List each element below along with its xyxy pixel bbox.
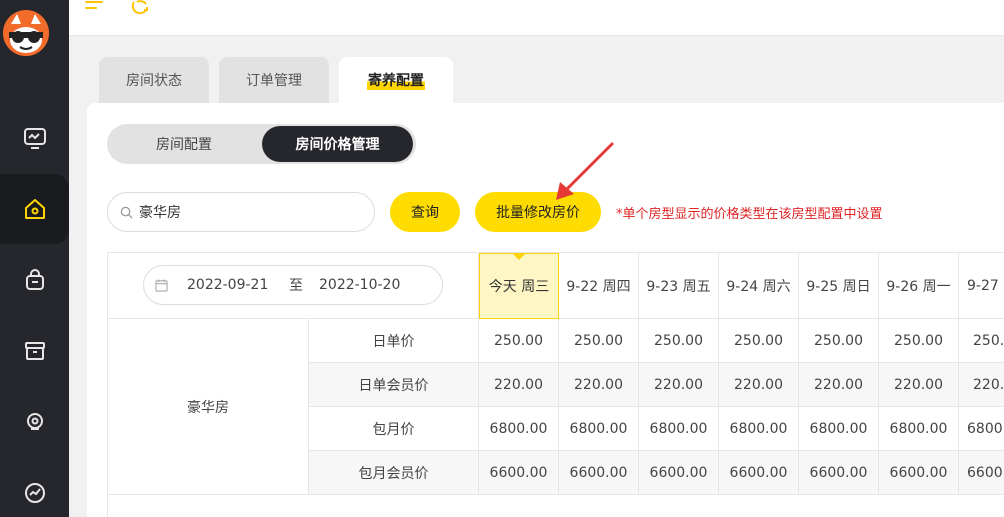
end-date: 2022-10-20 [319,277,401,293]
bag-icon [25,269,44,290]
price-cell[interactable]: 220. [959,363,1004,407]
price-cell[interactable]: 6800.00 [639,407,719,451]
price-cell[interactable]: 6600.00 [639,451,719,495]
menu-icon[interactable] [85,0,103,14]
tab-room-status[interactable]: 房间状态 [99,57,209,103]
chart-icon [24,483,45,503]
nav-bag[interactable] [0,245,69,315]
price-row-label: 包月会员价 [309,451,479,495]
top-bar [69,0,1004,36]
day-header-today: 今天 周三 [479,253,559,319]
price-cell[interactable]: 250.00 [559,319,639,363]
price-cell[interactable]: 220.00 [879,363,959,407]
nav-monitor[interactable] [0,103,69,173]
start-date: 2022-09-21 [187,277,269,293]
archive-icon [24,342,45,360]
price-cell[interactable]: 250.00 [799,319,879,363]
monitor-icon [23,128,46,149]
price-cell[interactable]: 6800.00 [479,407,559,451]
app-logo [3,10,49,56]
price-cell[interactable]: 250. [959,319,1004,363]
price-cell[interactable]: 6600.00 [559,451,639,495]
price-cell[interactable]: 250.00 [479,319,559,363]
day-header: 9-25 周日 [799,253,879,319]
price-cell[interactable]: 6600.00 [799,451,879,495]
price-cell[interactable]: 6600.00 [879,451,959,495]
day-header: 9-22 周四 [559,253,639,319]
price-row-label: 包月价 [309,407,479,451]
price-cell[interactable]: 250.00 [719,319,799,363]
annotation-arrow-icon [556,142,614,200]
price-cell[interactable]: 6800.00 [879,407,959,451]
price-cell[interactable]: 6800.00 [719,407,799,451]
tab-label: 寄养配置 [367,70,425,90]
price-row-label: 日单价 [309,319,479,363]
tab-boarding-config[interactable]: 寄养配置 [339,57,453,103]
search-icon [120,206,133,219]
segment-room-config[interactable]: 房间配置 [109,126,259,162]
price-cell[interactable]: 220.00 [559,363,639,407]
day-header: 9-26 周一 [879,253,959,319]
price-cell[interactable]: 6600.00 [719,451,799,495]
day-header: 9-23 周五 [639,253,719,319]
tab-order-management[interactable]: 订单管理 [219,57,329,103]
support-icon [26,413,43,430]
day-header: 9-27 [959,253,1004,319]
nav-archive[interactable] [0,316,69,386]
price-cell[interactable]: 220.00 [639,363,719,407]
tab-label: 订单管理 [246,73,302,89]
price-cell[interactable]: 6800 [959,407,1004,451]
price-cell[interactable]: 250.00 [639,319,719,363]
today-marker [512,253,526,260]
room-name-cell: 豪华房 [108,319,309,495]
query-button[interactable]: 查询 [390,192,460,232]
price-cell[interactable]: 220.00 [799,363,879,407]
date-separator: 至 [289,278,303,294]
segment-room-price[interactable]: 房间价格管理 [262,126,413,162]
price-cell[interactable]: 220.00 [719,363,799,407]
calendar-icon [155,279,168,292]
price-cell[interactable]: 6600 [959,451,1004,495]
search-value: 豪华房 [139,205,181,221]
tab-label: 房间状态 [126,73,182,89]
price-cell[interactable]: 6600.00 [479,451,559,495]
date-range-picker[interactable]: 2022-09-21 至 2022-10-20 [143,265,443,305]
nav-home[interactable] [0,174,69,244]
nav-stats[interactable] [0,458,69,517]
segment-control: 房间配置 房间价格管理 [107,124,416,164]
day-header: 9-24 周六 [719,253,799,319]
price-cell[interactable]: 250.00 [879,319,959,363]
price-cell[interactable]: 220.00 [479,363,559,407]
sidebar [0,0,69,517]
nav-support[interactable] [0,387,69,457]
home-icon [24,199,45,219]
price-type-note: *单个房型显示的价格类型在该房型配置中设置 [616,207,883,222]
price-cell[interactable]: 6800.00 [559,407,639,451]
search-input[interactable]: 豪华房 [107,192,375,232]
price-cell[interactable]: 6800.00 [799,407,879,451]
price-row-label: 日单会员价 [309,363,479,407]
refresh-icon[interactable] [131,0,149,16]
